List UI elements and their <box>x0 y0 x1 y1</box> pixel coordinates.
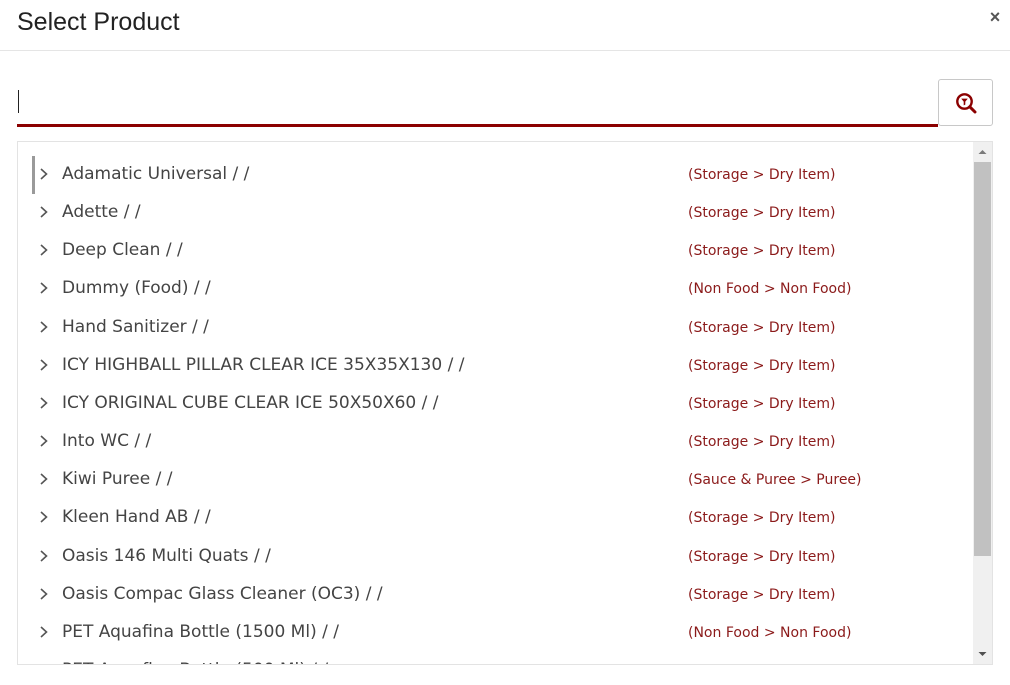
product-list-panel: Adamatic Universal / / (Storage > Dry Ite… <box>17 141 993 665</box>
product-list: Adamatic Universal / / (Storage > Dry Ite… <box>18 142 973 664</box>
search-bar <box>17 79 993 127</box>
product-name: PET Aquafina Bottle (500 Ml) / / <box>62 659 328 664</box>
product-list-item[interactable]: Dummy (Food) / / (Non Food > Non Food) <box>18 256 973 298</box>
text-cursor <box>18 90 19 113</box>
product-list-item[interactable]: Oasis Compac Glass Cleaner (OC3) / / (Sto… <box>18 562 973 604</box>
dialog-header: Select Product × <box>0 0 1010 51</box>
product-list-item[interactable]: Deep Clean / / (Storage > Dry Item) <box>18 218 973 260</box>
product-list-item[interactable]: Adette / / (Storage > Dry Item) <box>18 180 973 222</box>
chevron-right-icon[interactable] <box>37 509 51 525</box>
arrow-down-icon <box>978 652 987 656</box>
search-input[interactable] <box>17 79 938 127</box>
search-filter-icon <box>955 92 976 113</box>
product-list-item[interactable]: ICY ORIGINAL CUBE CLEAR ICE 50X50X60 / /… <box>18 371 973 413</box>
close-button[interactable]: × <box>988 6 1002 28</box>
product-list-item[interactable]: Adamatic Universal / / (Storage > Dry Ite… <box>18 142 973 194</box>
product-list-item[interactable]: Hand Sanitizer / / (Storage > Dry Item) <box>18 295 973 337</box>
product-category: (Non Food > Non Food) <box>688 662 851 664</box>
scrollbar-thumb[interactable] <box>974 162 991 556</box>
chevron-right-icon[interactable] <box>37 280 51 296</box>
chevron-right-icon[interactable] <box>37 662 51 665</box>
select-product-dialog: Select Product × Adamatic Universal / /(… <box>0 0 1010 685</box>
scroll-up-button[interactable] <box>973 144 992 161</box>
product-list-item[interactable]: Kleen Hand AB / / (Storage > Dry Item) <box>18 485 973 527</box>
dialog-title: Select Product <box>17 8 180 36</box>
close-icon: × <box>989 7 1001 27</box>
product-list-item[interactable]: PET Aquafina Bottle (1500 Ml) / / (Non Fo… <box>18 600 973 642</box>
scroll-down-button[interactable] <box>973 645 992 662</box>
product-list-item[interactable]: Into WC / / (Storage > Dry Item) <box>18 409 973 451</box>
product-list-item[interactable]: Oasis 146 Multi Quats / / (Storage > Dry … <box>18 524 973 566</box>
product-list-item[interactable]: ICY HIGHBALL PILLAR CLEAR ICE 35X35X130 … <box>18 333 973 375</box>
product-list-item[interactable]: Kiwi Puree / / (Sauce & Puree > Puree) <box>18 447 973 489</box>
arrow-up-icon <box>978 150 987 154</box>
product-list-item[interactable]: PET Aquafina Bottle (500 Ml) / / (Non Foo… <box>18 638 973 665</box>
search-button[interactable] <box>938 79 993 126</box>
scrollbar[interactable] <box>973 142 992 664</box>
